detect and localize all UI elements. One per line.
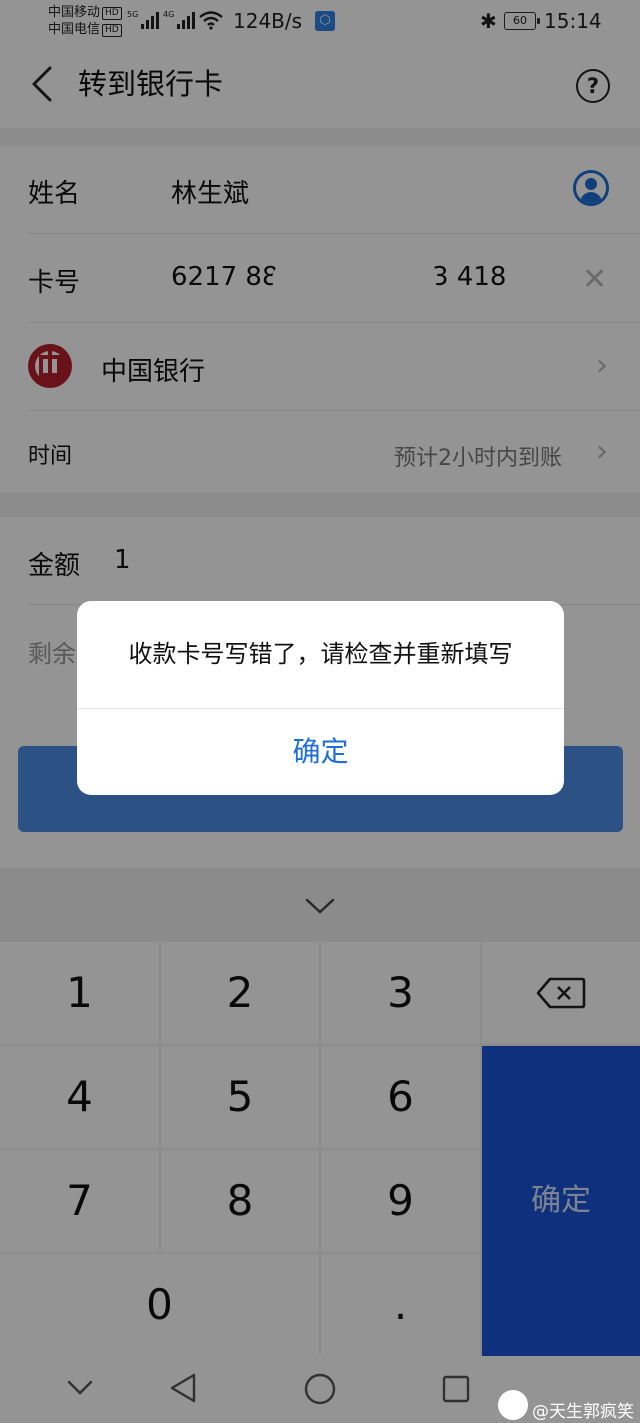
watermark: @天生郭疯笑 [532,1402,634,1422]
error-dialog: 收款卡号写错了，请检查并重新填写 确定 [77,601,564,795]
dialog-message: 收款卡号写错了，请检查并重新填写 [128,640,513,668]
dialog-confirm-button[interactable]: 确定 [77,709,564,795]
weibo-logo-icon [498,1390,528,1420]
